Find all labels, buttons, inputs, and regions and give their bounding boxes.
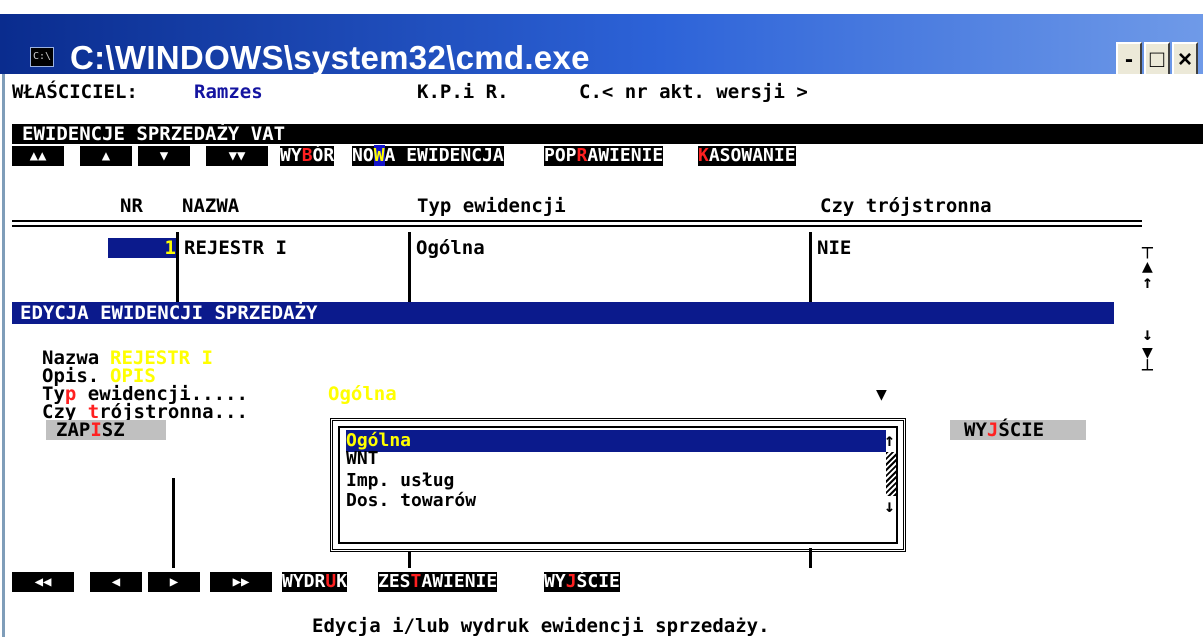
menu-kasowanie-hotkey: K — [698, 145, 709, 166]
menu-wyjscie-pre: WY — [544, 571, 566, 592]
close-button[interactable]: × — [1172, 42, 1198, 76]
header-nazwa: NAZWA — [182, 195, 240, 217]
last-record-button[interactable]: ▶▶ — [210, 572, 272, 592]
menu-kasowanie-post: ASOWANIE — [708, 145, 796, 166]
lower-divider-2 — [408, 552, 411, 568]
dropdown-option[interactable]: WNT — [346, 448, 379, 470]
table-header-divider — [12, 220, 1142, 222]
menu-nowa-post: A EWIDENCJA — [384, 145, 504, 166]
dropdown-scrollbar-track[interactable] — [886, 452, 896, 496]
dropdown-option[interactable]: Ogólna — [346, 430, 886, 452]
first-page-button[interactable]: ▲▲ — [12, 146, 64, 166]
dropdown-option[interactable]: Imp. usług — [346, 470, 454, 492]
first-record-button[interactable]: ◀◀ — [12, 572, 74, 592]
app-name: K.P.i R. — [417, 81, 509, 103]
save-button[interactable]: ZAPISZ — [46, 420, 166, 440]
lower-divider-3 — [809, 548, 812, 568]
scroll-up-icon[interactable]: ↑ — [1142, 274, 1153, 292]
header-typ: Typ ewidencji — [417, 195, 566, 217]
menu-poprawienie-pre: POP — [544, 145, 577, 166]
save-hotkey: I — [90, 419, 102, 441]
menu-zestawienie-hotkey: T — [410, 571, 422, 592]
menu-nowa-hotkey: W — [373, 145, 385, 166]
save-post: SZ — [101, 419, 125, 441]
menu-wydruk-post: K — [336, 571, 348, 592]
dropdown-arrow-icon[interactable]: ▼ — [876, 386, 887, 404]
menu-poprawienie-post: AWIENIE — [587, 145, 664, 166]
page-down-button[interactable]: ▼ — [138, 146, 190, 166]
col-divider-2 — [408, 232, 411, 302]
save-pre: ZAP — [56, 419, 91, 441]
menu-wydruk-hotkey: U — [325, 571, 337, 592]
menu-kasowanie[interactable]: KASOWANIE — [698, 146, 796, 166]
status-line: Edycja i/lub wydruk ewidencji sprzedaży. — [312, 615, 770, 637]
scroll-bottom-icon[interactable]: ┴ — [1142, 362, 1153, 380]
section-title: EWIDENCJE SPRZEDAŻY VAT — [12, 124, 1203, 144]
row-nr[interactable]: 1 — [108, 238, 176, 258]
owner-value: Ramzes — [194, 81, 263, 103]
window-title: C:\WINDOWS\system32\cmd.exe — [70, 39, 590, 76]
menu-wybor-pre: WY — [280, 145, 302, 166]
menu-wybor-post: ÓR — [312, 145, 335, 166]
menu-wyjscie-post: ŚCIE — [576, 571, 620, 592]
console-icon[interactable]: C:\ — [30, 47, 54, 67]
maximize-button[interactable]: □ — [1144, 42, 1170, 76]
console-area[interactable]: WŁAŚCICIEL: Ramzes K.P.i R. C.< nr akt. … — [12, 74, 1203, 637]
menu-wybor-hotkey: B — [301, 145, 313, 166]
next-record-button[interactable]: ▶ — [148, 572, 200, 592]
page-up-button[interactable]: ▲ — [80, 146, 132, 166]
minimize-button[interactable]: - — [1116, 42, 1142, 76]
table-header-divider-2 — [12, 225, 1142, 227]
cmd-window: C:\ C:\WINDOWS\system32\cmd.exe - □ × WŁ… — [0, 0, 1203, 637]
dropdown-scroll-up-icon[interactable]: ↑ — [884, 432, 895, 450]
exit-pre: WY — [964, 419, 987, 441]
exit-post: ŚCIE — [998, 419, 1045, 441]
col-divider-3 — [809, 232, 812, 302]
menu-wybor[interactable]: WYBÓR — [280, 145, 335, 166]
menu-zestawienie-post: AWIENIE — [421, 571, 498, 592]
menu-poprawienie-hotkey: R — [576, 145, 588, 166]
menu-nowa-pre: NO — [352, 145, 374, 166]
menu-nowa-ewidencja[interactable]: NOWA EWIDENCJA — [352, 145, 504, 166]
owner-label: WŁAŚCICIEL: — [12, 81, 138, 103]
dropdown-inner-frame: Ogólna WNT Imp. usług Dos. towarów ↑ ↓ — [338, 426, 898, 544]
menu-zestawienie[interactable]: ZESTAWIENIE — [378, 571, 498, 592]
col-divider-1 — [176, 232, 179, 302]
menu-poprawienie[interactable]: POPRAWIENIE — [544, 145, 664, 166]
lower-divider-1 — [172, 478, 175, 568]
exit-hotkey: J — [986, 419, 999, 441]
prev-record-button[interactable]: ◀ — [90, 572, 142, 592]
last-page-button[interactable]: ▼▼ — [206, 146, 268, 166]
menu-wydruk-pre: WYDR — [282, 571, 326, 592]
menu-wydruk[interactable]: WYDRUK — [282, 571, 348, 592]
header-trojstronna: Czy trójstronna — [820, 195, 992, 217]
window-left-border — [2, 74, 5, 637]
row-typ[interactable]: Ogólna — [416, 238, 485, 258]
dropdown-option[interactable]: Dos. towarów — [346, 490, 476, 512]
typ-dropdown-list[interactable]: Ogólna WNT Imp. usług Dos. towarów ↑ ↓ — [330, 418, 906, 552]
typ-select-value[interactable]: Ogólna — [328, 384, 397, 404]
header-nr: NR — [120, 195, 143, 217]
edit-panel-title: EDYCJA EWIDENCJI SPRZEDAŻY — [12, 302, 1114, 324]
row-nazwa[interactable]: REJESTR I — [184, 238, 287, 258]
exit-button[interactable]: WYJŚCIE — [950, 420, 1086, 440]
menu-wyjscie[interactable]: WYJŚCIE — [544, 572, 620, 592]
title-bar[interactable]: C:\ C:\WINDOWS\system32\cmd.exe - □ × — [0, 14, 1203, 76]
row-trojstronna[interactable]: NIE — [817, 238, 851, 258]
dropdown-scroll-down-icon[interactable]: ↓ — [884, 498, 895, 516]
menu-zestawienie-pre: ZES — [378, 571, 411, 592]
menu-wyjscie-hotkey: J — [565, 571, 577, 592]
version-info: C.< nr akt. wersji > — [579, 81, 808, 103]
